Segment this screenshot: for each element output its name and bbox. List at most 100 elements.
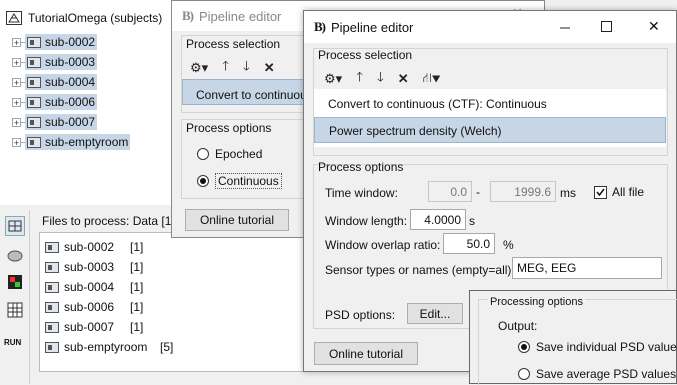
window-length-label: Window length:	[325, 214, 408, 228]
process-item-selected[interactable]: Power spectrum density (Welch)	[314, 117, 666, 143]
expand-icon[interactable]: +	[12, 77, 21, 87]
group-label: Process selection	[186, 37, 281, 51]
file-name: sub-0003	[64, 260, 115, 274]
grid-icon[interactable]	[5, 300, 25, 320]
subject-icon	[27, 56, 41, 68]
tree-item[interactable]: + sub-0007	[12, 114, 98, 130]
sensor-field[interactable]: MEG, EEG	[512, 257, 662, 279]
display-icon[interactable]	[5, 272, 25, 292]
window-length-unit: s	[469, 214, 475, 228]
arrow-down-icon[interactable]: 🡓	[243, 57, 250, 79]
time-dash: -	[476, 185, 480, 199]
overlap-unit: %	[503, 238, 514, 252]
online-tutorial-button[interactable]: Online tutorial	[185, 209, 289, 231]
radio-icon[interactable]	[518, 368, 530, 380]
process-files-icon[interactable]	[5, 216, 25, 236]
delete-icon[interactable]: ✕	[398, 71, 409, 87]
files-panel: Files to process: Data [10] sub-0002 [1] …	[31, 210, 339, 384]
file-name: sub-0007	[64, 320, 115, 334]
group-label: Process selection	[318, 48, 413, 62]
subject-icon	[27, 136, 41, 148]
file-name: sub-0006	[64, 300, 115, 314]
file-row[interactable]: sub-0007 [1]	[45, 320, 143, 334]
save-individual-radio[interactable]: Save individual PSD values	[518, 340, 677, 354]
time-start-field[interactable]: 0.0	[428, 181, 472, 202]
process-item[interactable]: Convert to continuous (CTF): Continuous	[314, 91, 666, 115]
radio-icon[interactable]	[197, 148, 209, 160]
protocol-icon	[6, 11, 22, 25]
expand-icon[interactable]: +	[12, 117, 21, 127]
sensor-label: Sensor types or names (empty=all):	[325, 263, 515, 277]
file-count: [1]	[130, 280, 144, 294]
tree-item[interactable]: + sub-emptyroom	[12, 134, 131, 150]
time-unit: ms	[560, 186, 576, 200]
maximize-icon[interactable]	[601, 21, 612, 35]
continuous-radio[interactable]: Continuous	[197, 173, 282, 189]
processing-options-popup: Processing options Output: Save individu…	[469, 290, 677, 385]
tree-item-label: sub-0003	[45, 55, 96, 69]
file-row[interactable]: sub-0006 [1]	[45, 300, 143, 314]
filter-icon[interactable]	[5, 246, 25, 266]
overlap-field[interactable]: 50.0	[443, 233, 495, 254]
subject-icon	[45, 281, 59, 293]
file-row[interactable]: sub-0003 [1]	[45, 260, 143, 274]
all-file-checkbox[interactable]: All file	[594, 185, 644, 199]
left-toolbar: RUN	[0, 210, 30, 384]
run-button[interactable]: RUN	[4, 338, 21, 347]
expand-icon[interactable]: +	[12, 137, 21, 147]
arrow-up-icon[interactable]: 🡑	[222, 57, 229, 79]
window-length-field[interactable]: 4.0000	[410, 209, 466, 230]
time-end-field[interactable]: 1999.6	[490, 181, 556, 202]
tree-item[interactable]: + sub-0003	[12, 54, 98, 70]
tree-root-label: TutorialOmega (subjects)	[28, 11, 163, 25]
save-average-label: Save average PSD values (a	[536, 367, 677, 381]
group-label: Process options	[318, 160, 404, 174]
delete-icon[interactable]: ✕	[264, 60, 275, 76]
pipeline-tree-icon[interactable]: ⛙▾	[423, 70, 441, 88]
radio-icon[interactable]	[197, 175, 209, 187]
file-count: [5]	[160, 340, 174, 354]
subject-icon	[45, 321, 59, 333]
edit-button[interactable]: Edit...	[407, 303, 463, 324]
minimize-icon[interactable]	[560, 20, 570, 34]
save-average-radio[interactable]: Save average PSD values (a	[518, 367, 677, 381]
subject-icon	[27, 96, 41, 108]
tree-item[interactable]: + sub-0004	[12, 74, 98, 90]
tree-item[interactable]: + sub-0002	[12, 34, 98, 50]
all-file-label: All file	[612, 185, 645, 199]
subject-icon	[27, 36, 41, 48]
brainstorm-logo: B)	[182, 8, 194, 23]
epoched-radio[interactable]: Epoched	[197, 147, 262, 161]
gear-icon[interactable]: ⚙▾	[324, 71, 342, 87]
file-count: [1]	[130, 320, 144, 334]
file-row[interactable]: sub-0002 [1]	[45, 240, 143, 254]
subject-icon	[45, 261, 59, 273]
file-row[interactable]: sub-emptyroom [5]	[45, 340, 173, 354]
subject-icon	[45, 241, 59, 253]
expand-icon[interactable]: +	[12, 97, 21, 107]
subject-icon	[27, 76, 41, 88]
subject-icon	[45, 341, 59, 353]
file-name: sub-emptyroom	[64, 340, 148, 354]
title-bar[interactable]: B) Pipeline editor	[304, 11, 676, 43]
close-icon[interactable]: ✕	[648, 18, 660, 35]
process-item[interactable]: Convert to continuous	[182, 79, 306, 105]
tree-item-label: sub-0004	[45, 75, 96, 89]
group-label: Processing options	[488, 296, 585, 308]
gear-icon[interactable]: ⚙▾	[190, 60, 208, 76]
tree-item-label: sub-0002	[45, 35, 96, 49]
expand-icon[interactable]: +	[12, 57, 21, 67]
tree-item-label: sub-0007	[45, 115, 96, 129]
radio-icon[interactable]	[518, 341, 530, 353]
tree-item-label: sub-0006	[45, 95, 96, 109]
expand-icon[interactable]: +	[12, 37, 21, 47]
tree-root[interactable]: TutorialOmega (subjects)	[6, 11, 162, 25]
window-title: Pipeline editor	[199, 8, 282, 24]
file-row[interactable]: sub-0004 [1]	[45, 280, 143, 294]
arrow-down-icon[interactable]: 🡓	[377, 68, 384, 90]
subject-icon	[45, 301, 59, 313]
checkbox-checked-icon[interactable]	[594, 185, 607, 199]
tree-item[interactable]: + sub-0006	[12, 94, 98, 110]
online-tutorial-button[interactable]: Online tutorial	[314, 342, 418, 365]
arrow-up-icon[interactable]: 🡑	[356, 68, 363, 90]
